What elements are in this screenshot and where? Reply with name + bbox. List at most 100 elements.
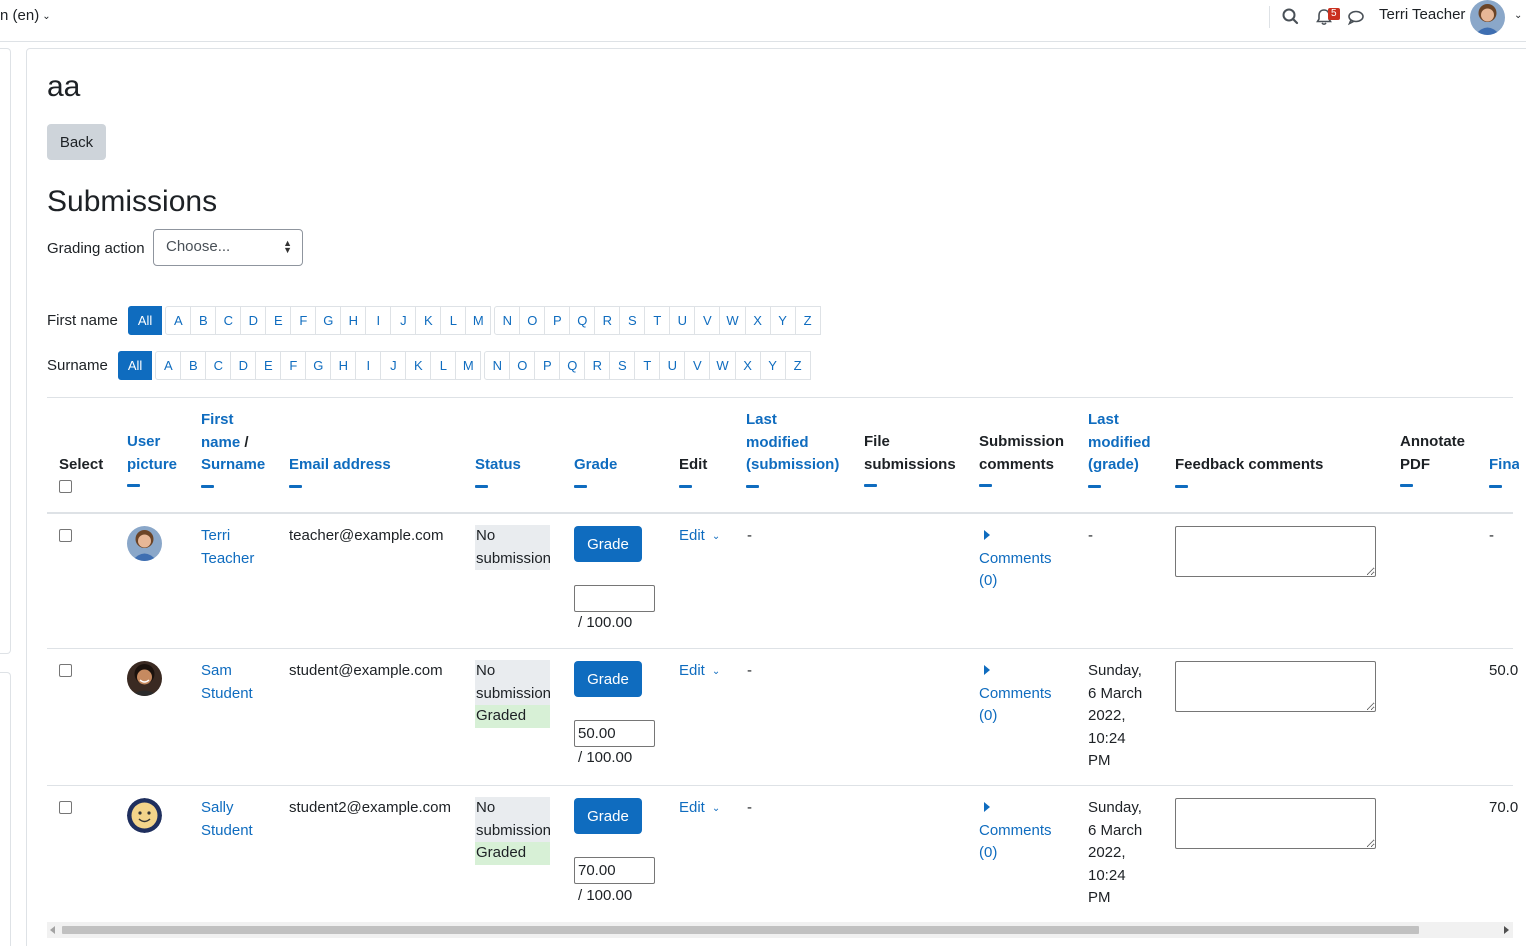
header-user-picture[interactable]: User picture — [127, 431, 177, 487]
collapse-icon[interactable] — [1088, 484, 1101, 488]
user-name-link[interactable]: Sally Student — [201, 797, 253, 842]
feedback-comments-input[interactable] — [1175, 661, 1376, 712]
surname-initial-n[interactable]: N — [484, 350, 511, 380]
surname-initial-all[interactable]: All — [117, 350, 153, 380]
feedback-comments-input[interactable] — [1175, 798, 1376, 849]
header-last-modified-submission[interactable]: Last modified (submission) — [746, 409, 839, 488]
collapse-icon[interactable] — [746, 484, 759, 488]
language-menu[interactable]: n (en) ⌄ — [0, 7, 51, 24]
comments-toggle[interactable]: Comments (0) — [979, 525, 1052, 593]
first-name-initial-p[interactable]: P — [544, 305, 571, 335]
first-name-initial-m[interactable]: M — [465, 305, 492, 335]
first-name-initial-d[interactable]: D — [240, 305, 267, 335]
first-name-initial-l[interactable]: L — [440, 305, 467, 335]
collapse-icon[interactable] — [574, 484, 587, 488]
first-name-initial-v[interactable]: V — [694, 305, 721, 335]
surname-initial-h[interactable]: H — [330, 350, 357, 380]
scrollbar-thumb[interactable] — [62, 926, 1419, 934]
user-name-link[interactable]: Sam Student — [201, 660, 253, 705]
scroll-left-arrow-icon[interactable] — [50, 926, 55, 934]
surname-initial-y[interactable]: Y — [759, 350, 786, 380]
surname-initial-v[interactable]: V — [684, 350, 711, 380]
feedback-comments-input[interactable] — [1175, 526, 1376, 577]
search-icon[interactable] — [1280, 6, 1302, 28]
collapse-icon[interactable] — [679, 484, 692, 488]
first-name-initial-f[interactable]: F — [290, 305, 317, 335]
avatar[interactable] — [1470, 0, 1505, 35]
first-name-initial-a[interactable]: A — [165, 305, 192, 335]
collapse-icon[interactable] — [979, 484, 992, 487]
surname-initial-k[interactable]: K — [405, 350, 432, 380]
surname-initial-a[interactable]: A — [155, 350, 182, 380]
grading-action-select[interactable]: Choose... ▲ ▼ — [153, 229, 303, 266]
collapse-icon[interactable] — [1400, 484, 1413, 487]
first-name-initial-all[interactable]: All — [127, 305, 163, 335]
edit-menu[interactable]: Edit ⌄ — [679, 525, 720, 550]
first-name-initial-x[interactable]: X — [744, 305, 771, 335]
horizontal-scrollbar[interactable] — [47, 922, 1513, 938]
grade-input[interactable] — [574, 720, 655, 747]
first-name-initial-q[interactable]: Q — [569, 305, 596, 335]
first-name-initial-o[interactable]: O — [519, 305, 546, 335]
collapse-icon[interactable] — [1489, 484, 1502, 488]
edit-menu[interactable]: Edit ⌄ — [679, 797, 720, 822]
row-select-checkbox[interactable] — [59, 801, 72, 814]
surname-initial-u[interactable]: U — [659, 350, 686, 380]
first-name-initial-n[interactable]: N — [494, 305, 521, 335]
scroll-right-arrow-icon[interactable] — [1504, 926, 1509, 934]
header-email[interactable]: Email address — [289, 454, 391, 488]
collapse-icon[interactable] — [1175, 484, 1188, 488]
collapse-icon[interactable] — [475, 484, 488, 488]
surname-initial-f[interactable]: F — [280, 350, 307, 380]
collapse-icon[interactable] — [864, 484, 877, 487]
surname-initial-p[interactable]: P — [534, 350, 561, 380]
avatar[interactable] — [127, 526, 162, 561]
row-select-checkbox[interactable] — [59, 529, 72, 542]
collapse-icon[interactable] — [127, 484, 140, 487]
header-name[interactable]: First name / Surname — [201, 409, 265, 488]
grade-input[interactable] — [574, 857, 655, 884]
row-select-checkbox[interactable] — [59, 664, 72, 677]
surname-initial-m[interactable]: M — [455, 350, 482, 380]
header-last-modified-grade[interactable]: Last modified (grade) — [1088, 409, 1151, 488]
surname-initial-r[interactable]: R — [584, 350, 611, 380]
first-name-initial-b[interactable]: B — [190, 305, 217, 335]
select-all-checkbox[interactable] — [59, 480, 72, 493]
surname-initial-o[interactable]: O — [509, 350, 536, 380]
comments-toggle[interactable]: Comments (0) — [979, 660, 1052, 728]
surname-initial-c[interactable]: C — [205, 350, 232, 380]
grade-button[interactable]: Grade — [574, 526, 642, 562]
surname-initial-x[interactable]: X — [734, 350, 761, 380]
surname-initial-b[interactable]: B — [180, 350, 207, 380]
avatar[interactable] — [127, 798, 162, 833]
surname-initial-z[interactable]: Z — [784, 350, 811, 380]
header-grade[interactable]: Grade — [574, 454, 617, 488]
grade-button[interactable]: Grade — [574, 798, 642, 834]
grade-input[interactable] — [574, 585, 655, 612]
grade-button[interactable]: Grade — [574, 661, 642, 697]
first-name-initial-w[interactable]: W — [719, 305, 746, 335]
comments-toggle[interactable]: Comments (0) — [979, 797, 1052, 865]
first-name-initial-u[interactable]: U — [669, 305, 696, 335]
edit-menu[interactable]: Edit ⌄ — [679, 660, 720, 685]
chevron-down-icon[interactable]: ⌄ — [1514, 10, 1522, 21]
collapse-icon[interactable] — [201, 484, 214, 488]
surname-initial-e[interactable]: E — [255, 350, 282, 380]
first-name-initial-r[interactable]: R — [594, 305, 621, 335]
first-name-initial-j[interactable]: J — [390, 305, 417, 335]
avatar[interactable] — [127, 661, 162, 696]
first-name-initial-h[interactable]: H — [340, 305, 367, 335]
back-button[interactable]: Back — [47, 124, 106, 160]
first-name-initial-e[interactable]: E — [265, 305, 292, 335]
first-name-initial-y[interactable]: Y — [769, 305, 796, 335]
first-name-initial-c[interactable]: C — [215, 305, 242, 335]
surname-initial-j[interactable]: J — [380, 350, 407, 380]
surname-initial-d[interactable]: D — [230, 350, 257, 380]
user-name[interactable]: Terri Teacher — [1379, 6, 1465, 23]
first-name-initial-i[interactable]: I — [365, 305, 392, 335]
first-name-initial-z[interactable]: Z — [794, 305, 821, 335]
surname-initial-w[interactable]: W — [709, 350, 736, 380]
header-final-grade[interactable]: Fina — [1489, 454, 1519, 488]
surname-initial-q[interactable]: Q — [559, 350, 586, 380]
user-name-link[interactable]: Terri Teacher — [201, 525, 254, 570]
